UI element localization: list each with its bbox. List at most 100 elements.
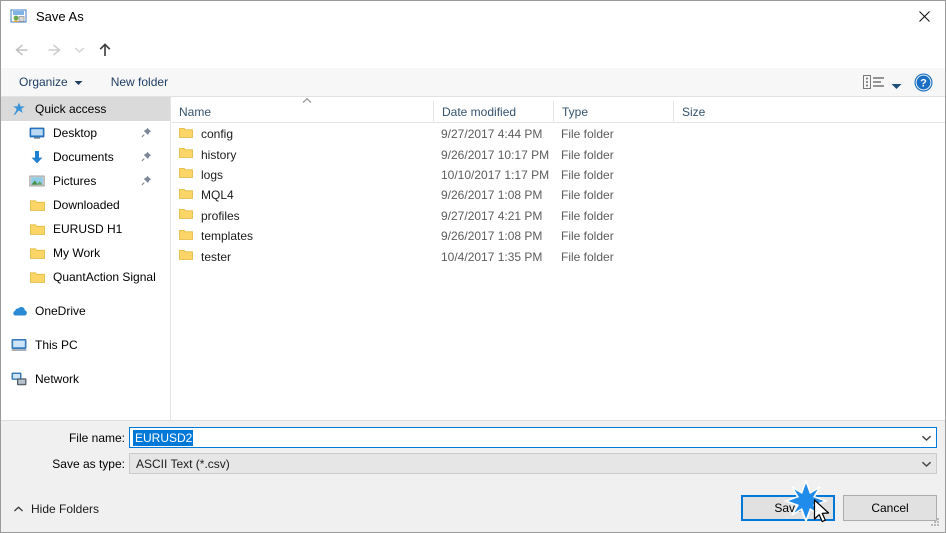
- file-name-label: logs: [201, 167, 224, 182]
- navigation-sidebar: Quick access Desktop Documents Pictures …: [1, 97, 171, 420]
- column-header-row: Name Date modified Type Size: [172, 100, 945, 123]
- sidebar-item-downloaded[interactable]: Downloaded: [1, 193, 170, 217]
- chevron-up-icon: [13, 502, 24, 516]
- file-date-cell: 10/10/2017 1:17 PM: [441, 167, 550, 182]
- sidebar-item-label: Pictures: [53, 174, 97, 188]
- sidebar-item-pictures[interactable]: Pictures: [1, 169, 170, 193]
- column-header-type[interactable]: Type: [553, 100, 673, 123]
- caret-down-icon: [74, 75, 83, 89]
- file-name-cell[interactable]: MQL4: [172, 188, 433, 203]
- window-title: Save As: [36, 9, 84, 24]
- table-row[interactable]: MQL4 9/26/2017 1:08 PM File folder: [172, 185, 945, 205]
- folder-icon: [179, 167, 193, 182]
- file-name-label: profiles: [201, 208, 240, 223]
- documents-icon: [27, 150, 47, 165]
- sidebar-item-eurusd-h1[interactable]: EURUSD H1: [1, 217, 170, 241]
- file-type-cell: File folder: [561, 147, 614, 162]
- save-as-type-select[interactable]: ASCII Text (*.csv): [129, 453, 937, 474]
- file-name-cell[interactable]: profiles: [172, 208, 433, 223]
- command-toolbar: Organize New folder ?: [1, 68, 945, 97]
- sidebar-item-label: Documents: [53, 150, 114, 164]
- chevron-down-icon[interactable]: [917, 428, 936, 447]
- file-name-input[interactable]: EURUSD2: [129, 427, 937, 448]
- hide-folders-button[interactable]: Hide Folders: [13, 502, 99, 516]
- file-date-cell: 9/26/2017 10:17 PM: [441, 147, 550, 162]
- column-header-size[interactable]: Size: [673, 100, 753, 123]
- sidebar-item-label: QuantAction Signal: [53, 270, 156, 284]
- file-name-cell[interactable]: logs: [172, 167, 433, 182]
- view-options-caret-icon[interactable]: [891, 79, 902, 93]
- file-type-cell: File folder: [561, 229, 614, 244]
- title-bar: Save As: [1, 1, 945, 32]
- file-name-label: tester: [201, 249, 232, 264]
- sidebar-divider: [1, 289, 170, 299]
- file-date-cell: 9/27/2017 4:44 PM: [441, 127, 543, 142]
- save-as-type-label-text: Save as type:: [52, 457, 125, 471]
- organize-button[interactable]: Organize: [19, 75, 83, 89]
- file-name-label-text: File name:: [68, 431, 125, 445]
- network-icon: [9, 372, 29, 386]
- sidebar-item-onedrive[interactable]: OneDrive: [1, 299, 170, 323]
- file-name-label: history: [201, 147, 237, 162]
- sidebar-item-desktop[interactable]: Desktop: [1, 121, 170, 145]
- up-button[interactable]: [92, 37, 118, 63]
- table-row[interactable]: profiles 9/27/2017 4:21 PM File folder: [172, 206, 945, 226]
- folder-icon: [179, 229, 193, 244]
- forward-button[interactable]: [41, 37, 67, 63]
- file-name-cell[interactable]: config: [172, 127, 433, 142]
- sidebar-item-quick-access[interactable]: Quick access: [1, 97, 170, 121]
- help-icon[interactable]: ?: [914, 73, 933, 92]
- save-button[interactable]: Save: [741, 495, 835, 521]
- folder-icon: [179, 127, 193, 142]
- folder-icon: [179, 147, 193, 162]
- resize-grip-icon[interactable]: [929, 517, 941, 529]
- pictures-icon: [27, 174, 47, 188]
- sidebar-item-my-work[interactable]: My Work: [1, 241, 170, 265]
- file-name-cell[interactable]: templates: [172, 229, 433, 244]
- table-row[interactable]: templates 9/26/2017 1:08 PM File folder: [172, 226, 945, 246]
- sidebar-divider: [1, 323, 170, 333]
- chevron-down-icon[interactable]: [917, 454, 936, 473]
- file-name-value[interactable]: EURUSD2: [133, 429, 194, 446]
- sidebar-item-label: My Work: [53, 246, 101, 260]
- sidebar-divider: [1, 357, 170, 367]
- close-button[interactable]: [901, 1, 945, 32]
- sidebar-item-network[interactable]: Network: [1, 367, 170, 391]
- file-list-pane: Name Date modified Type Size config 9/27…: [172, 97, 945, 420]
- sidebar-item-label: Desktop: [53, 126, 98, 140]
- organize-label: Organize: [19, 75, 68, 89]
- hide-folders-label: Hide Folders: [31, 502, 100, 516]
- sidebar-item-this-pc[interactable]: This PC: [1, 333, 170, 357]
- column-header-name[interactable]: Name: [172, 101, 433, 123]
- folder-icon: [179, 249, 193, 264]
- file-name-cell[interactable]: history: [172, 147, 433, 162]
- sidebar-item-label: EURUSD H1: [53, 222, 123, 236]
- sidebar-item-documents[interactable]: Documents: [1, 145, 170, 169]
- table-row[interactable]: logs 10/10/2017 1:17 PM File folder: [172, 165, 945, 185]
- cancel-button-label: Cancel: [871, 501, 909, 515]
- new-folder-label: New folder: [110, 75, 169, 89]
- pin-icon[interactable]: [141, 175, 152, 189]
- back-button[interactable]: [9, 37, 35, 63]
- table-row[interactable]: tester 10/4/2017 1:35 PM File folder: [172, 246, 945, 266]
- pin-icon[interactable]: [141, 127, 152, 141]
- file-name-label: MQL4: [201, 188, 234, 203]
- save-as-type-value: ASCII Text (*.csv): [136, 456, 230, 471]
- file-name-cell[interactable]: tester: [172, 249, 433, 264]
- pin-icon[interactable]: [141, 151, 152, 165]
- onedrive-icon: [9, 305, 29, 317]
- file-type-cell: File folder: [561, 188, 614, 203]
- column-header-date-modified[interactable]: Date modified: [433, 100, 553, 123]
- save-as-icon: [10, 8, 27, 25]
- folder-icon: [179, 188, 193, 203]
- table-row[interactable]: history 9/26/2017 10:17 PM File folder: [172, 144, 945, 164]
- cancel-button[interactable]: Cancel: [843, 495, 937, 521]
- new-folder-button[interactable]: New folder: [111, 75, 168, 89]
- file-name-label: templates: [201, 229, 254, 244]
- list-view-icon[interactable]: [863, 74, 885, 91]
- sidebar-item-quantaction-signal[interactable]: QuantAction Signal: [1, 265, 170, 289]
- recent-locations-button[interactable]: [70, 37, 88, 63]
- folder-icon: [27, 247, 47, 260]
- table-row[interactable]: config 9/27/2017 4:44 PM File folder: [172, 124, 945, 144]
- sidebar-item-label: Network: [35, 372, 80, 386]
